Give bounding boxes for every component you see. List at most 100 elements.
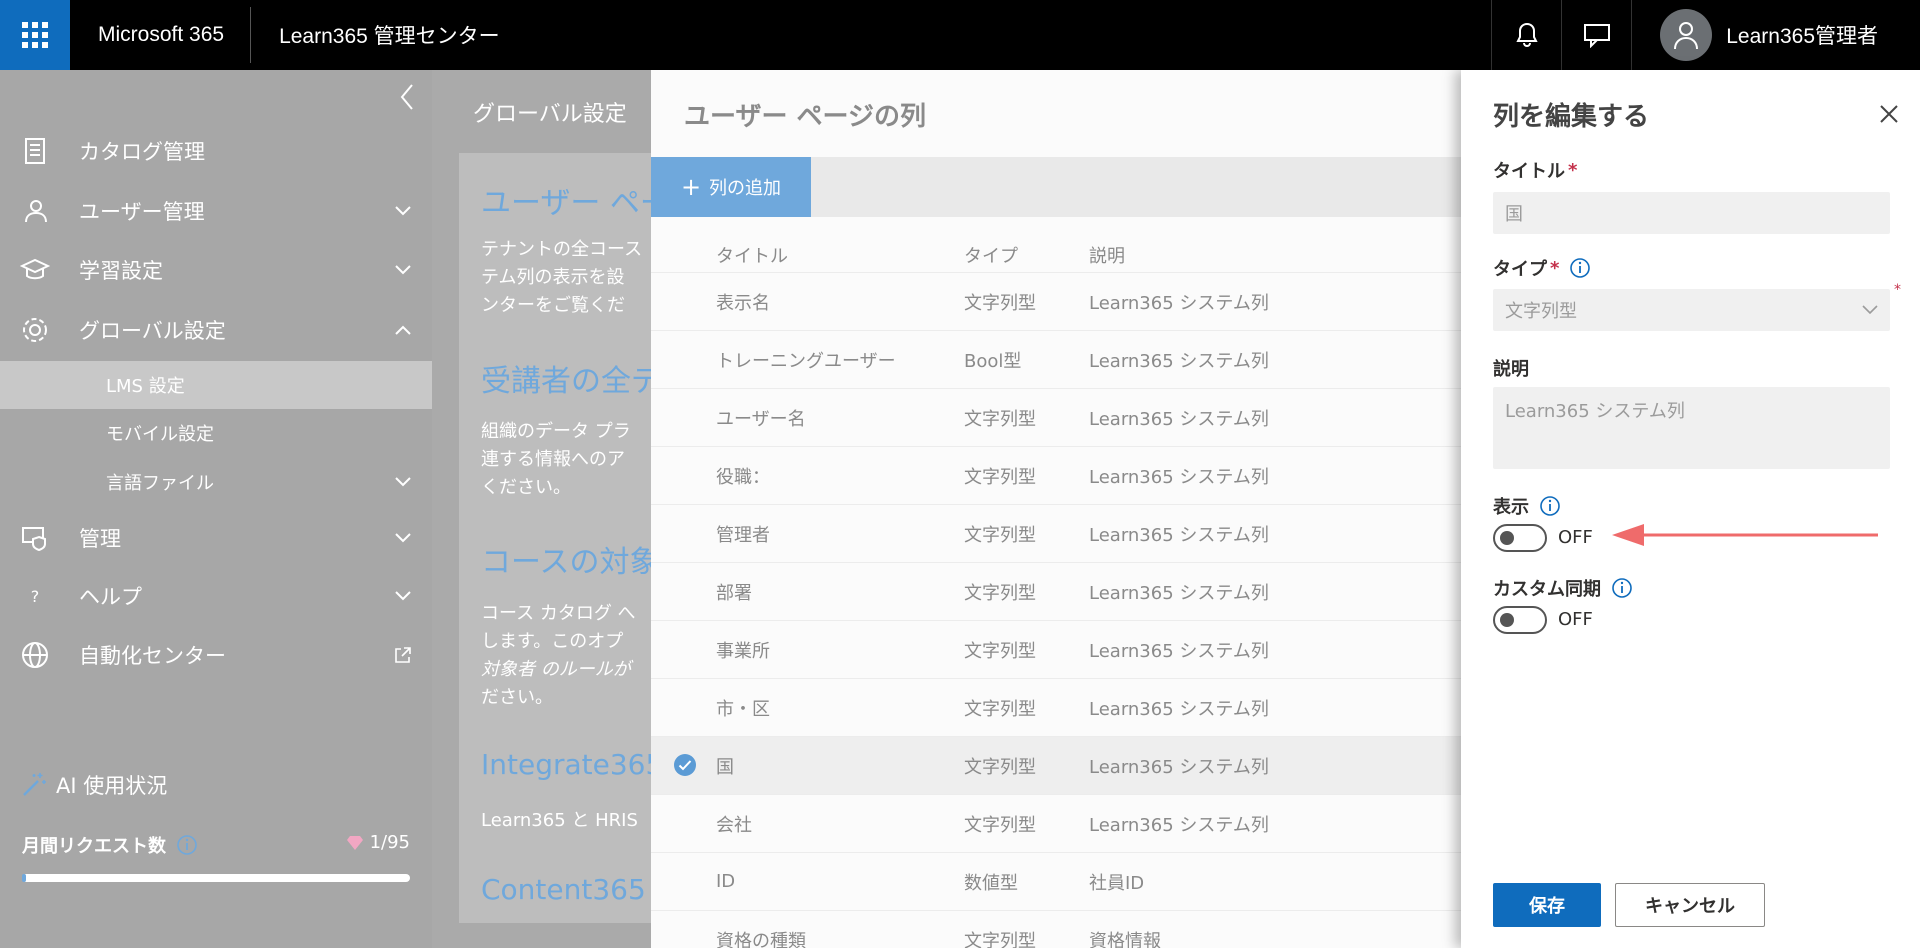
cell-description: Learn365 システム列 — [1089, 582, 1269, 604]
type-select-value: 文字列型 — [1505, 301, 1577, 322]
table-row[interactable]: 役職： 文字列型 Learn365 システム列 — [651, 446, 1461, 504]
annotation-arrow — [1612, 524, 1878, 546]
sidebar-item-help[interactable]: ? ヘルプ — [0, 568, 432, 624]
feedback-icon — [1583, 24, 1610, 48]
display-field-label: 表示 — [1493, 493, 1561, 519]
cell-title: ID — [716, 871, 736, 892]
panel-title: 列を編集する — [1493, 102, 1650, 132]
cell-type: 文字列型 — [964, 930, 1036, 948]
waffle-icon — [22, 22, 48, 48]
info-icon[interactable] — [1539, 495, 1561, 517]
cell-title: 部署 — [716, 582, 752, 604]
external-link-icon — [395, 647, 411, 663]
sidebar-item-automation-center[interactable]: 自動化センター — [0, 627, 432, 683]
breadcrumb: グローバル設定 — [473, 102, 627, 127]
cell-type: 文字列型 — [964, 524, 1036, 546]
display-label-text: 表示 — [1493, 497, 1529, 518]
display-toggle-state: OFF — [1558, 527, 1593, 548]
user-page-columns-dialog: ユーザー ページの列 + 列の追加 タイトル タイプ 説明 表示名 文字列型 Lea… — [651, 70, 1461, 948]
cell-description: Learn365 システム列 — [1089, 524, 1269, 546]
title-input[interactable]: 国 — [1493, 192, 1890, 234]
cell-type: 文字列型 — [964, 292, 1036, 314]
magic-wand-icon — [23, 773, 46, 796]
ai-usage-title: AI 使用状況 — [20, 770, 167, 800]
requests-count-value: 1/95 — [369, 832, 410, 853]
sidebar-item-label: 管理 — [79, 527, 121, 551]
brand-name[interactable]: Microsoft 365 — [70, 23, 250, 47]
table-row[interactable]: 市・区 文字列型 Learn365 システム列 — [651, 678, 1461, 736]
type-select[interactable]: 文字列型 — [1493, 289, 1890, 331]
sidebar: カタログ管理 ユーザー管理 学習設定 グローバル設定 LMS 設定 モバイル設定… — [0, 70, 432, 948]
notifications-button[interactable] — [1491, 0, 1561, 70]
cell-title: 資格の種類 — [716, 930, 806, 948]
chevron-up-icon — [395, 325, 411, 335]
cell-description: 資格情報 — [1089, 930, 1161, 948]
sidebar-subitem-language-files[interactable]: 言語ファイル — [0, 458, 432, 506]
cell-type: 文字列型 — [964, 640, 1036, 662]
cancel-button[interactable]: キャンセル — [1615, 883, 1765, 927]
sidebar-item-learning[interactable]: 学習設定 — [0, 242, 432, 298]
cell-description: Learn365 システム列 — [1089, 756, 1269, 778]
sidebar-item-label: グローバル設定 — [79, 319, 226, 343]
type-label-text: タイプ — [1493, 259, 1547, 280]
table-row[interactable]: 事業所 文字列型 Learn365 システム列 — [651, 620, 1461, 678]
users-icon — [20, 196, 50, 226]
cell-title: トレーニングユーザー — [716, 350, 896, 372]
avatar — [1660, 9, 1713, 61]
section-text: ください。 — [481, 477, 571, 498]
info-icon[interactable] — [176, 834, 198, 856]
requests-count: 1/95 — [346, 832, 410, 853]
required-mark: * — [1568, 159, 1578, 181]
table-row[interactable]: トレーニングユーザー Bool型 Learn365 システム列 — [651, 330, 1461, 388]
graduation-cap-icon — [20, 255, 50, 285]
table-row[interactable]: 会社 文字列型 Learn365 システム列 — [651, 794, 1461, 852]
cell-type: 数値型 — [964, 872, 1018, 894]
cell-title: 市・区 — [716, 698, 770, 720]
sidebar-subitem-lms-settings[interactable]: LMS 設定 — [0, 361, 432, 409]
sidebar-item-admin[interactable]: 管理 — [0, 510, 432, 566]
cell-title: 管理者 — [716, 524, 770, 546]
app-title[interactable]: Learn365 管理センター — [251, 20, 500, 50]
cell-description: Learn365 システム列 — [1089, 698, 1269, 720]
sidebar-item-global-settings[interactable]: グローバル設定 — [0, 302, 432, 358]
sidebar-subitem-mobile-settings[interactable]: モバイル設定 — [0, 409, 432, 457]
requests-progress-fill — [22, 874, 27, 882]
sidebar-item-users[interactable]: ユーザー管理 — [0, 183, 432, 239]
user-account-button[interactable]: Learn365管理者 — [1631, 0, 1920, 70]
info-icon[interactable] — [1569, 257, 1591, 279]
add-column-button[interactable]: + 列の追加 — [651, 157, 811, 217]
cell-type: 文字列型 — [964, 582, 1036, 604]
table-row[interactable]: ID 数値型 社員ID — [651, 852, 1461, 910]
plus-icon: + — [680, 173, 702, 201]
table-row[interactable]: ユーザー名 文字列型 Learn365 システム列 — [651, 388, 1461, 446]
person-icon — [1674, 22, 1699, 50]
save-button[interactable]: 保存 — [1493, 883, 1601, 927]
description-field-label: 説明 — [1493, 359, 1529, 380]
globe-icon — [20, 640, 50, 670]
feedback-button[interactable] — [1561, 0, 1631, 70]
chevron-down-icon — [395, 533, 411, 543]
cell-type: 文字列型 — [964, 698, 1036, 720]
table-row[interactable]: 国 文字列型 Learn365 システム列 — [651, 736, 1461, 794]
cell-type: 文字列型 — [964, 466, 1036, 488]
table-row[interactable]: 表示名 文字列型 Learn365 システム列 — [651, 272, 1461, 330]
required-mark: * — [1894, 282, 1901, 298]
info-icon[interactable] — [1611, 577, 1633, 599]
cell-title: 役職： — [716, 466, 770, 488]
collapse-sidebar-icon[interactable] — [396, 82, 418, 112]
table-row[interactable]: 資格の種類 文字列型 資格情報 — [651, 910, 1461, 948]
chevron-down-icon — [395, 206, 411, 216]
table-row[interactable]: 管理者 文字列型 Learn365 システム列 — [651, 504, 1461, 562]
display-toggle[interactable] — [1493, 524, 1547, 552]
custom-sync-toggle[interactable] — [1493, 606, 1547, 634]
close-icon[interactable] — [1879, 104, 1899, 124]
section-text: 連する情報へのア — [481, 449, 625, 470]
cell-title: 国 — [716, 756, 734, 778]
checkmark-icon[interactable] — [673, 753, 697, 777]
table-row[interactable]: 部署 文字列型 Learn365 システム列 — [651, 562, 1461, 620]
app-launcher-button[interactable] — [0, 0, 70, 70]
section-text: ンターをご覧くだ — [481, 295, 625, 316]
cell-description: Learn365 システム列 — [1089, 350, 1269, 372]
sidebar-item-catalog[interactable]: カタログ管理 — [0, 123, 432, 179]
description-textarea[interactable]: Learn365 システム列 — [1493, 387, 1890, 469]
